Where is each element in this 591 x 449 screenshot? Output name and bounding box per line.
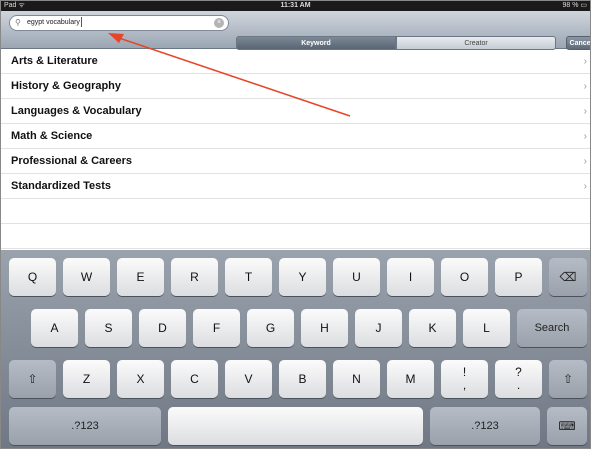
chevron-right-icon: › (583, 131, 587, 142)
key-m[interactable]: M (387, 360, 434, 398)
category-label: Math & Science (11, 130, 93, 142)
key-o[interactable]: O (441, 258, 488, 296)
list-item[interactable]: History & Geography › (1, 74, 590, 99)
key-r[interactable]: R (171, 258, 218, 296)
numbers-key[interactable]: .?123 (9, 407, 161, 445)
key-f[interactable]: F (193, 309, 240, 347)
key-n[interactable]: N (333, 360, 380, 398)
status-bar: Pad ᯤ 11:31 AM 98 % ▭ (1, 1, 590, 11)
list-item[interactable]: Languages & Vocabulary › (1, 99, 590, 124)
key-c[interactable]: C (171, 360, 218, 398)
key-j[interactable]: J (355, 309, 402, 347)
key-question-period[interactable]: ? . (495, 360, 542, 398)
chevron-right-icon: › (583, 181, 587, 192)
key-w[interactable]: W (63, 258, 110, 296)
shift-key[interactable]: ⇧ (9, 360, 56, 398)
search-bar: ⚲ egypt vocabulary × Keyword Creator Can… (1, 11, 590, 50)
category-label: History & Geography (11, 80, 122, 92)
key-l[interactable]: L (463, 309, 510, 347)
text-caret (80, 17, 82, 28)
category-label: Standardized Tests (11, 180, 112, 192)
key-a[interactable]: A (31, 309, 78, 347)
key-u[interactable]: U (333, 258, 380, 296)
shift-icon: ⇧ (27, 372, 38, 386)
list-item[interactable]: Standardized Tests › (1, 174, 590, 199)
search-input[interactable]: ⚲ egypt vocabulary × (9, 15, 229, 31)
shift-icon: ⇧ (562, 372, 574, 386)
chevron-right-icon: › (583, 106, 587, 117)
list-item[interactable]: Professional & Careers › (1, 149, 590, 174)
key-h[interactable]: H (301, 309, 348, 347)
key-k[interactable]: K (409, 309, 456, 347)
backspace-icon: ⌫ (559, 270, 577, 284)
key-v[interactable]: V (225, 360, 272, 398)
hide-keyboard-key[interactable]: ⌨ (547, 407, 587, 445)
chevron-right-icon: › (583, 56, 587, 67)
ipad-screen: Pad ᯤ 11:31 AM 98 % ▭ ⚲ egypt vocabulary… (0, 0, 591, 449)
key-q[interactable]: Q (9, 258, 56, 296)
key-b[interactable]: B (279, 360, 326, 398)
key-z[interactable]: Z (63, 360, 110, 398)
onscreen-keyboard: Q W E R T Y U I O P ⌫ A S D F G H J K L … (1, 250, 590, 448)
key-s[interactable]: S (85, 309, 132, 347)
category-label: Professional & Careers (11, 155, 133, 167)
category-label: Languages & Vocabulary (11, 105, 142, 117)
key-t[interactable]: T (225, 258, 272, 296)
battery-indicator: 98 % ▭ (562, 2, 587, 9)
chevron-right-icon: › (583, 156, 587, 167)
backspace-key[interactable]: ⌫ (549, 258, 587, 296)
key-p[interactable]: P (495, 258, 542, 296)
empty-row (1, 224, 590, 249)
search-key[interactable]: Search (517, 309, 587, 347)
keyboard-icon: ⌨ (558, 419, 576, 433)
cancel-button[interactable]: Cancel (566, 36, 590, 50)
clock: 11:31 AM (280, 2, 311, 9)
list-item[interactable]: Math & Science › (1, 124, 590, 149)
space-key[interactable] (168, 407, 423, 445)
numbers-key-right[interactable]: .?123 (430, 407, 540, 445)
tab-keyword[interactable]: Keyword (236, 36, 396, 50)
key-i[interactable]: I (387, 258, 434, 296)
tab-creator[interactable]: Creator (396, 36, 556, 50)
search-query: egypt vocabulary (27, 19, 80, 26)
shift-key-right[interactable]: ⇧ (549, 360, 587, 398)
clear-icon[interactable]: × (214, 18, 224, 28)
chevron-right-icon: › (583, 81, 587, 92)
category-list: Arts & Literature › History & Geography › … (1, 49, 590, 249)
search-icon: ⚲ (15, 18, 21, 27)
key-g[interactable]: G (247, 309, 294, 347)
key-e[interactable]: E (117, 258, 164, 296)
empty-row (1, 199, 590, 224)
key-exclamation-comma[interactable]: ! , (441, 360, 488, 398)
key-y[interactable]: Y (279, 258, 326, 296)
list-item[interactable]: Arts & Literature › (1, 49, 590, 74)
key-x[interactable]: X (117, 360, 164, 398)
key-d[interactable]: D (139, 309, 186, 347)
category-label: Arts & Literature (11, 55, 98, 67)
